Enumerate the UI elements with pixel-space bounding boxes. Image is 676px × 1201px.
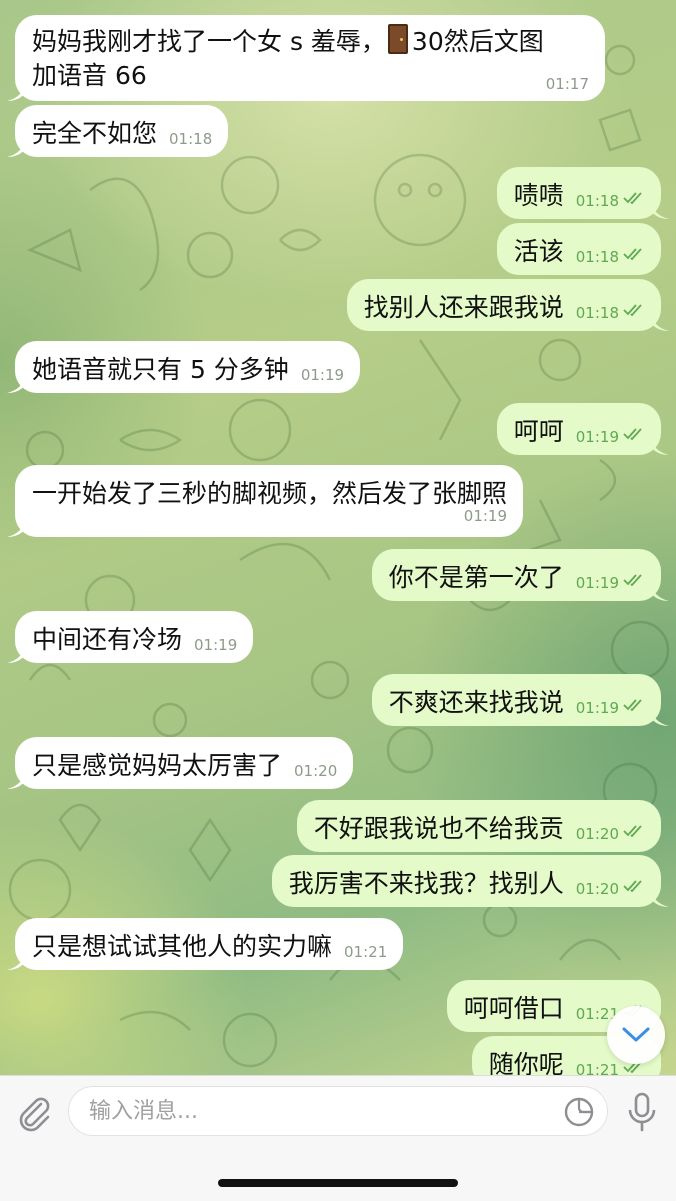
message-bubble[interactable]: 她语音就只有 5 分多钟 01:19 [7,341,361,393]
bubble-tail [651,313,669,331]
message-time: 01:18 [169,130,213,148]
message-bubble[interactable]: 呵呵 01:19 [496,403,669,455]
message-time: 01:18 [575,304,619,322]
message-time: 01:21 [575,1061,619,1075]
microphone-icon[interactable] [626,1092,658,1134]
message-text: 30然后文图 [411,27,544,56]
message-time: 01:19 [575,574,619,592]
door-emoji-icon [387,24,408,54]
message-bubble[interactable]: 我厉害不来找我？找别人 01:20 [271,855,669,907]
double-check-icon [623,880,642,892]
message-time: 01:18 [575,192,619,210]
double-check-icon [623,428,642,440]
message-time: 01:20 [575,880,619,898]
message-bubble[interactable]: 中间还有冷场 01:19 [7,611,254,663]
message-bubble[interactable]: 找别人还来跟我说 01:18 [346,279,669,331]
message-text: 她语音就只有 5 分多钟 [32,355,289,384]
message-time: 01:17 [545,75,589,93]
bubble-tail [651,708,669,726]
message-bubble[interactable]: 不爽还来找我说 01:19 [371,674,669,726]
paperclip-icon[interactable] [15,1094,53,1132]
double-check-icon [623,574,642,586]
bubble-tail [7,519,25,537]
message-text: 加语音 66 [32,61,147,90]
message-text: 只是想试试其他人的实力嘛 [32,932,333,961]
message-bubble[interactable]: 不好跟我说也不给我贡 01:20 [296,800,661,852]
double-check-icon [623,304,642,316]
message-text: 找别人还来跟我说 [363,293,564,322]
message-text: 你不是第一次了 [388,563,564,592]
chevron-down-icon [622,1027,650,1042]
doodle-pattern [8,44,670,1068]
bubble-tail [651,889,669,907]
bubble-tail [7,139,25,157]
message-time: 01:21 [344,943,388,961]
message-time: 01:20 [575,825,619,843]
home-indicator[interactable] [218,1179,458,1187]
bubble-tail [7,952,25,970]
message-input-placeholder: 输入消息... [89,1099,198,1124]
message-text: 不爽还来找我说 [388,688,564,717]
bubble-tail [7,645,25,663]
message-text: 随你呢 [488,1050,564,1075]
chat-background: 妈妈我刚才找了一个女 s 羞辱， 30然后文图 加语音 66 01:17 完全不如… [0,0,676,1075]
message-bubble[interactable]: 只是感觉妈妈太厉害了 01:20 [7,737,354,789]
bubble-tail [7,771,25,789]
message-text: 活该 [513,237,564,266]
message-time: 01:19 [194,636,238,654]
message-text: 呵呵 [513,417,564,446]
message-text: 啧啧 [513,181,564,210]
message-text: 妈妈我刚才找了一个女 s 羞辱， [32,27,386,56]
double-check-icon [623,825,642,837]
message-bubble[interactable]: 妈妈我刚才找了一个女 s 羞辱， 30然后文图 加语音 66 01:17 [7,15,605,101]
message-text: 不好跟我说也不给我贡 [313,814,564,843]
sticker-icon[interactable] [563,1096,595,1128]
message-time: 01:19 [300,366,345,384]
bubble-tail [651,201,669,219]
message-bubble[interactable]: 活该 01:18 [496,223,661,275]
message-text: 一开始发了三秒的脚视频，然后发了张脚照 [32,479,508,508]
message-text: 呵呵借口 [463,994,564,1023]
message-text: 我厉害不来找我？找别人 [288,869,564,898]
composer-bar: 输入消息... [0,1075,676,1201]
message-bubble[interactable]: 一开始发了三秒的脚视频，然后发了张脚照 01:19 [7,465,524,537]
message-text: 完全不如您 [32,119,158,148]
bubble-tail [651,437,669,455]
message-bubble[interactable]: 你不是第一次了 01:19 [371,549,669,601]
bubble-tail [7,375,25,393]
message-time: 01:18 [575,248,619,266]
message-bubble[interactable]: 只是想试试其他人的实力嘛 01:21 [7,918,404,970]
double-check-icon [623,248,642,260]
message-text: 只是感觉妈妈太厉害了 [32,751,283,780]
message-bubble[interactable]: 啧啧 01:18 [496,167,669,219]
message-time: 01:20 [294,762,338,780]
message-time: 01:19 [575,428,619,446]
message-text: 中间还有冷场 [32,625,183,654]
bubble-tail [651,583,669,601]
double-check-icon [623,192,642,204]
message-time: 01:19 [575,699,619,717]
message-input[interactable]: 输入消息... [68,1086,608,1136]
bubble-tail [7,83,25,101]
message-bubble[interactable]: 完全不如您 01:18 [7,105,229,157]
double-check-icon [623,699,642,711]
scroll-to-bottom-button[interactable] [607,1006,665,1064]
